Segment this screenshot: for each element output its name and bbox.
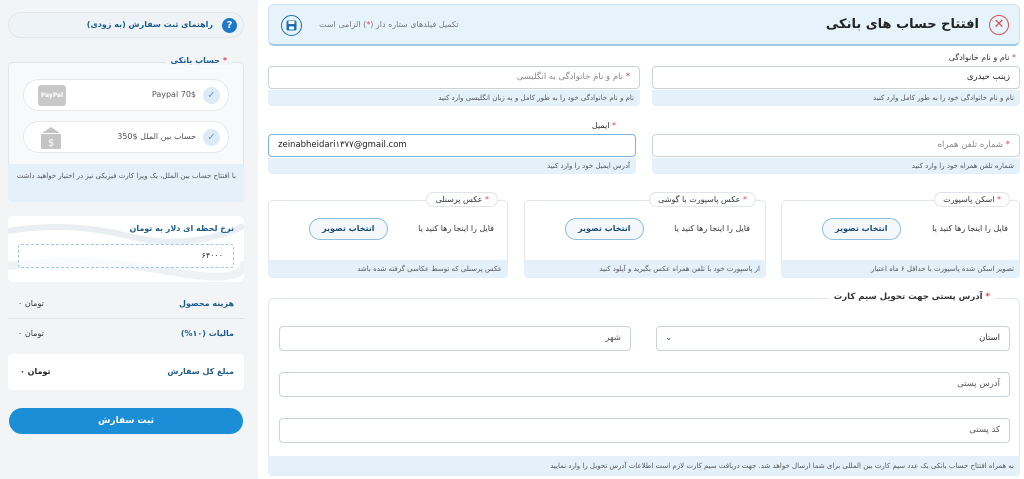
tax-value: ۰ تومان xyxy=(18,329,44,338)
exchange-rate-value: ۶۴۰۰۰ xyxy=(201,251,223,260)
passport-scan-select-button[interactable]: انتخاب تصویر xyxy=(822,218,901,240)
bank-account-title: حساب بانکی * xyxy=(165,56,232,65)
address-hint: به همراه افتتاح حساب بانکی یک عدد سیم کا… xyxy=(268,456,1020,476)
passport-scan-hint: تصویر اسکن شده پاسپورت با حداقل ۶ ماه اع… xyxy=(781,260,1020,278)
product-cost-row: هزینه محصول ۰ تومان xyxy=(8,295,244,315)
personal-photo-hint: عکس پرسنلی که توسط عکاسی گرفته شده باشد xyxy=(268,260,508,278)
required-note: تکمیل فیلدهای ستاره دار (*) الزامی است xyxy=(319,20,459,29)
passport-photo-drop-text: فایل را اینجا رها کنید یا xyxy=(674,224,750,233)
personal-photo-title: عکس پرسنلی * xyxy=(426,192,498,207)
order-guide-label: راهنمای ثبت سفارش (به زودی) xyxy=(86,20,213,29)
phone-input[interactable]: شماره تلفن همراه * xyxy=(652,134,1020,157)
exchange-rate-field: ۶۴۰۰۰ xyxy=(18,244,234,268)
paypal-logo: PayPal xyxy=(38,85,66,106)
product-cost-value: ۰ تومان xyxy=(18,299,44,308)
email-input[interactable]: zeinabheidari۱۳۷۷@gmail.com xyxy=(268,134,636,157)
option-international-label: 350$ حساب بین الملل xyxy=(117,132,196,141)
exchange-rate-box: نرخ لحظه ای دلار به تومان ۶۴۰۰۰ xyxy=(8,216,244,282)
check-icon: ✓ xyxy=(203,129,220,146)
tax-row: مالیات (۱۰%) ۰ تومان xyxy=(8,325,244,345)
province-select[interactable]: استان ⌄ xyxy=(656,326,1010,351)
chevron-down-icon: ⌄ xyxy=(665,333,673,343)
city-input[interactable]: شهر xyxy=(279,326,631,351)
name-hint: نام و نام خانوادگی خود را به طور کامل وا… xyxy=(652,90,1020,106)
passport-photo-select-button[interactable]: انتخاب تصویر xyxy=(565,218,644,240)
bank-note: با افتتاح حساب بین الملل، یک ویزا کارت ف… xyxy=(16,172,236,180)
name-english-input[interactable]: نام و نام خانوادگی به انگلیسی * xyxy=(268,66,640,89)
check-icon: ✓ xyxy=(203,87,220,104)
close-icon[interactable]: ✕ xyxy=(989,15,1009,35)
option-international-account[interactable]: ✓ 350$ حساب بین الملل $ xyxy=(23,121,229,153)
option-paypal[interactable]: ✓ Paypal 70$ PayPal xyxy=(23,79,229,111)
passport-photo-hint: از پاسپورت خود با تلفن همراه عکس بگیرید … xyxy=(524,260,766,278)
bank-note-box: با افتتاح حساب بین الملل، یک ویزا کارت ف… xyxy=(8,164,244,202)
passport-scan-drop-text: فایل را اینجا رها کنید یا xyxy=(932,224,1008,233)
page-header: افتتاح حساب های بانکی ✕ تکمیل فیلدهای ست… xyxy=(268,4,1020,46)
phone-hint: شماره تلفن همراه خود را وارد کنید xyxy=(652,158,1020,174)
submit-order-button[interactable]: ثبت سفارش xyxy=(9,408,243,434)
postal-address-input[interactable]: آدرس پستی xyxy=(279,372,1010,397)
postal-code-input[interactable]: کد پستی xyxy=(279,418,1010,443)
svg-text:$: $ xyxy=(48,138,54,149)
save-icon[interactable] xyxy=(281,15,302,36)
email-label: ایمیل * xyxy=(591,121,616,130)
order-total-box: مبلغ کل سفارش ۰ تومان xyxy=(8,354,244,390)
personal-photo-drop-text: فایل را اینجا رها کنید یا xyxy=(418,224,494,233)
question-icon: ? xyxy=(222,18,237,33)
address-title: آدرس پستی جهت تحویل سیم کارت * xyxy=(827,292,996,302)
divider xyxy=(8,318,244,319)
passport-scan-title: اسکن پاسپورت * xyxy=(934,192,1010,207)
bank-icon: $ xyxy=(40,126,62,154)
tax-label: مالیات (۱۰%) xyxy=(180,329,234,338)
personal-photo-select-button[interactable]: انتخاب تصویر xyxy=(309,218,388,240)
exchange-rate-title: نرخ لحظه ای دلار به تومان xyxy=(129,224,235,233)
option-paypal-label: Paypal 70$ xyxy=(151,90,196,99)
product-cost-label: هزینه محصول xyxy=(179,299,234,308)
email-hint: آدرس ایمیل خود را وارد کنید xyxy=(268,158,636,174)
order-guide-link[interactable]: راهنمای ثبت سفارش (به زودی) ? xyxy=(8,12,244,38)
page-title: افتتاح حساب های بانکی xyxy=(825,17,979,32)
name-english-hint: نام و نام خانوادگی خود را به طور کامل و … xyxy=(268,90,640,106)
passport-photo-title: عکس پاسپورت با گوشی * xyxy=(649,192,756,207)
name-input[interactable]: زینب حیدری xyxy=(652,66,1020,89)
order-total-value: ۰ تومان xyxy=(20,367,51,376)
order-total-label: مبلغ کل سفارش xyxy=(167,367,234,376)
name-label: نام و نام خانوادگی * xyxy=(948,53,1016,62)
